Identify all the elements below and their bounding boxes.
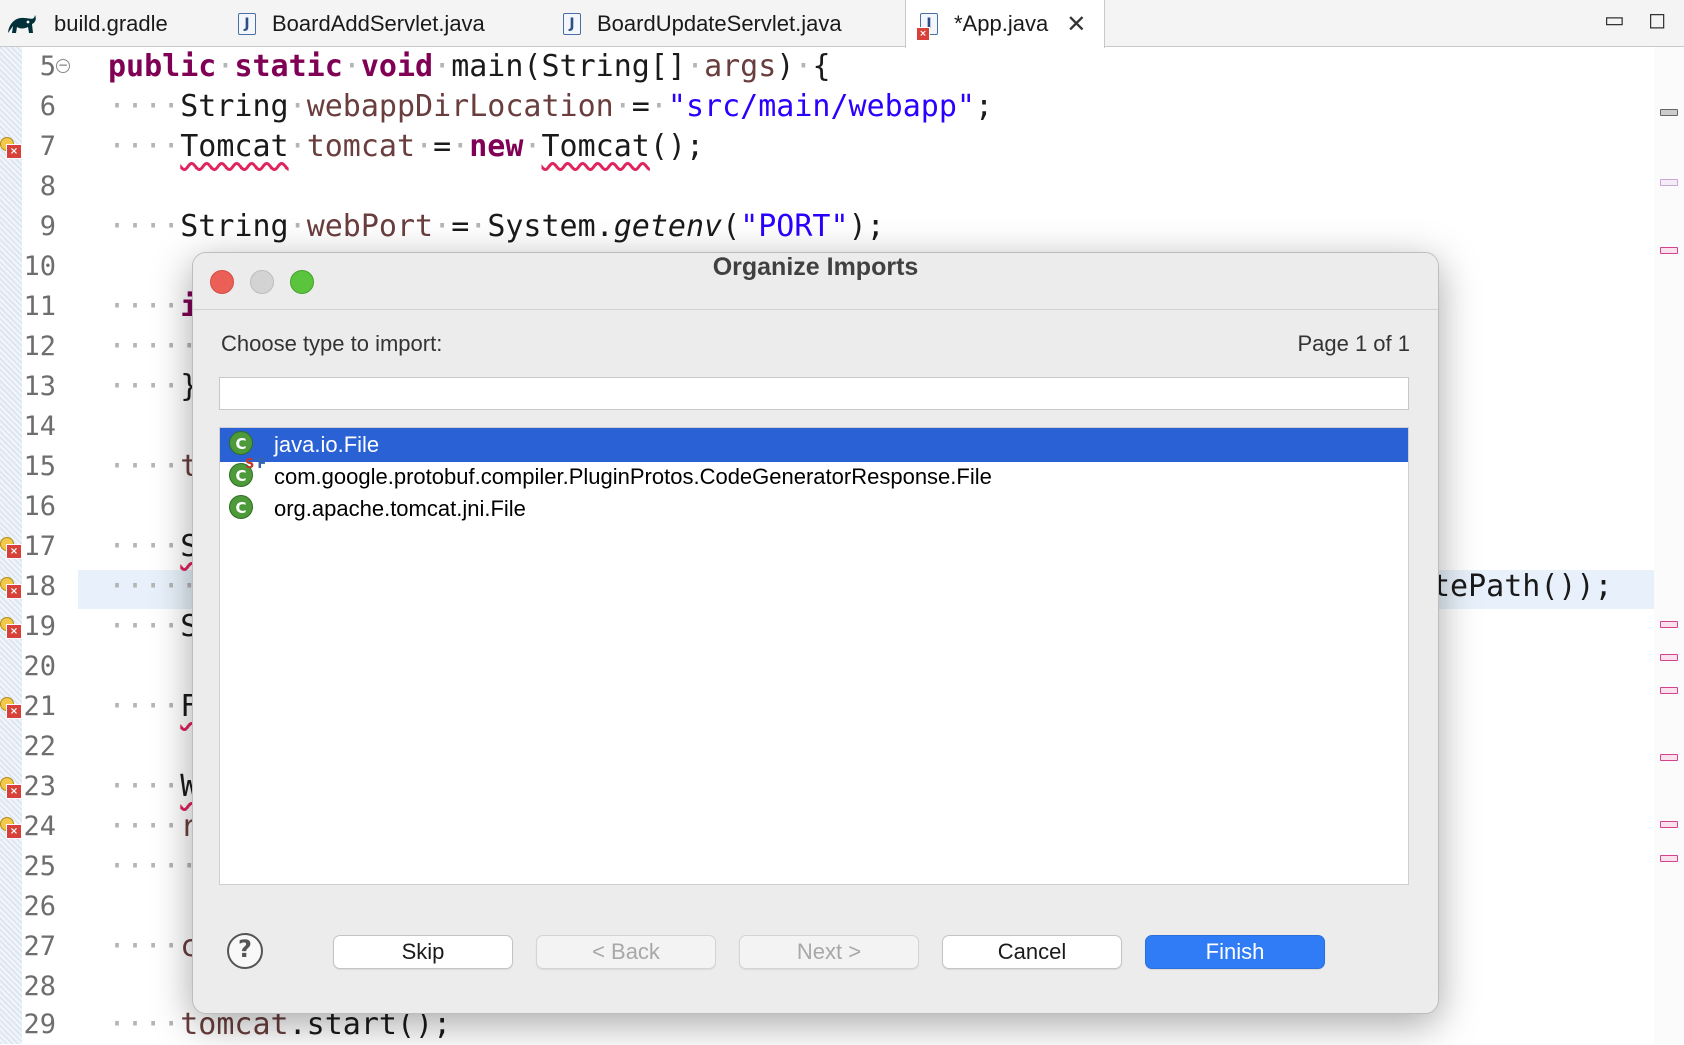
- help-icon[interactable]: ?: [227, 933, 263, 969]
- list-item-label: com.google.protobuf.compiler.PluginProto…: [274, 464, 992, 489]
- line-number: 16: [23, 491, 56, 522]
- editor-tab-bar: build.gradle J BoardAddServlet.java J Bo…: [0, 0, 1684, 48]
- tab-label: build.gradle: [54, 10, 168, 36]
- dialog-title: Organize Imports: [712, 253, 919, 281]
- maximize-icon[interactable]: ◻: [1648, 8, 1666, 33]
- minimize-icon[interactable]: ▭: [1604, 8, 1625, 33]
- list-item-label: java.io.File: [274, 432, 380, 457]
- code-text: ····String·webappDirLocation·=·"src/main…: [108, 89, 994, 124]
- organize-imports-dialog: Organize Imports Choose type to import: …: [192, 252, 1439, 1014]
- java-file-error-icon: J ×: [916, 11, 942, 41]
- error-quickfix-icon[interactable]: ×: [0, 617, 22, 639]
- list-item[interactable]: C SF com.google.protobuf.compiler.Plugin…: [220, 457, 1408, 494]
- type-filter-input[interactable]: [219, 377, 1409, 410]
- line-number: 29: [23, 1009, 56, 1040]
- line-number: 28: [23, 971, 56, 1002]
- error-quickfix-icon[interactable]: ×: [0, 137, 22, 159]
- gradle-elephant-icon: [6, 11, 36, 37]
- error-quickfix-icon[interactable]: ×: [0, 777, 22, 799]
- line-number: 21: [23, 691, 56, 722]
- line-number: 17: [23, 531, 56, 562]
- finish-button[interactable]: Finish: [1145, 935, 1325, 969]
- line-number: 24: [23, 811, 56, 842]
- tab-label: *App.java: [954, 11, 1049, 36]
- code-line: 6 ····String·webappDirLocation·=·"src/ma…: [0, 87, 1650, 127]
- ruler-marker[interactable]: [1660, 179, 1678, 186]
- close-tab-icon[interactable]: ✕: [1066, 10, 1086, 38]
- error-quickfix-icon[interactable]: ×: [0, 577, 22, 599]
- tab-label: BoardAddServlet.java: [272, 10, 485, 36]
- line-number: 27: [23, 931, 56, 962]
- code-text: ····Tomcat·tomcat·=·new·Tomcat();: [108, 129, 705, 164]
- line-number: 7: [39, 131, 56, 162]
- ruler-marker[interactable]: [1660, 821, 1678, 828]
- tab-build-gradle[interactable]: build.gradle: [6, 0, 168, 47]
- java-file-icon: J: [236, 11, 260, 37]
- line-number: 23: [23, 771, 56, 802]
- error-quickfix-icon[interactable]: ×: [0, 697, 22, 719]
- tab-board-update-servlet[interactable]: J BoardUpdateServlet.java: [561, 0, 842, 47]
- static-final-badge: SF: [245, 457, 267, 472]
- line-number: 15: [23, 451, 56, 482]
- next-button[interactable]: Next >: [739, 935, 919, 969]
- back-button[interactable]: < Back: [536, 935, 716, 969]
- code-fragment: tePath());: [1432, 569, 1613, 604]
- code-line: 8: [0, 167, 1650, 207]
- error-quickfix-icon[interactable]: ×: [0, 537, 22, 559]
- fold-collapse-icon[interactable]: −: [56, 59, 70, 73]
- ruler-marker[interactable]: [1660, 247, 1678, 254]
- java-file-icon: J: [561, 11, 585, 37]
- code-line: 5 − public·static·void·main(String[]·arg…: [0, 47, 1650, 87]
- ruler-marker[interactable]: [1660, 754, 1678, 761]
- code-text: ····}: [108, 369, 199, 404]
- list-item[interactable]: C org.apache.tomcat.jni.File: [220, 492, 1408, 526]
- line-number: 22: [23, 731, 56, 762]
- line-number: 9: [39, 211, 56, 242]
- class-icon: C: [229, 495, 253, 519]
- class-icon: C: [229, 431, 253, 455]
- list-item-label: org.apache.tomcat.jni.File: [274, 496, 526, 521]
- code-line: 9 ····String·webPort·=·System.getenv("PO…: [0, 207, 1650, 247]
- cancel-button[interactable]: Cancel: [942, 935, 1122, 969]
- list-item[interactable]: C java.io.File: [220, 428, 1408, 462]
- line-number: 13: [23, 371, 56, 402]
- line-number: 5: [39, 51, 56, 82]
- skip-button[interactable]: Skip: [333, 935, 513, 969]
- tab-board-add-servlet[interactable]: J BoardAddServlet.java: [236, 0, 485, 47]
- ruler-marker[interactable]: [1660, 654, 1678, 661]
- line-number: 10: [23, 251, 56, 282]
- import-prompt-label: Choose type to import:: [221, 331, 443, 356]
- error-quickfix-icon[interactable]: ×: [0, 817, 22, 839]
- overview-ruler[interactable]: [1654, 47, 1684, 1044]
- line-number: 19: [23, 611, 56, 642]
- line-number: 11: [23, 291, 56, 322]
- line-number: 26: [23, 891, 56, 922]
- type-candidate-list[interactable]: C java.io.File C SF com.google.protobuf.…: [219, 427, 1409, 885]
- line-number: 18: [23, 571, 56, 602]
- line-number: 12: [23, 331, 56, 362]
- line-number: 6: [39, 91, 56, 122]
- code-line: × 7 ····Tomcat·tomcat·=·new·Tomcat();: [0, 127, 1650, 167]
- line-number: 20: [23, 651, 56, 682]
- code-text: ····String·webPort·=·System.getenv("PORT…: [108, 209, 885, 244]
- tab-app-java[interactable]: J × *App.java ✕: [905, 0, 1105, 48]
- line-number: 14: [23, 411, 56, 442]
- line-number: 8: [39, 171, 56, 202]
- code-text: public·static·void·main(String[]·args)·{: [108, 49, 831, 84]
- tab-label: BoardUpdateServlet.java: [597, 10, 842, 36]
- ruler-marker[interactable]: [1660, 855, 1678, 862]
- dialog-titlebar[interactable]: Organize Imports: [193, 253, 1438, 310]
- ruler-marker[interactable]: [1660, 621, 1678, 628]
- ruler-marker[interactable]: [1660, 109, 1678, 116]
- line-number: 25: [23, 851, 56, 882]
- page-indicator: Page 1 of 1: [1297, 331, 1410, 356]
- ruler-marker[interactable]: [1660, 687, 1678, 694]
